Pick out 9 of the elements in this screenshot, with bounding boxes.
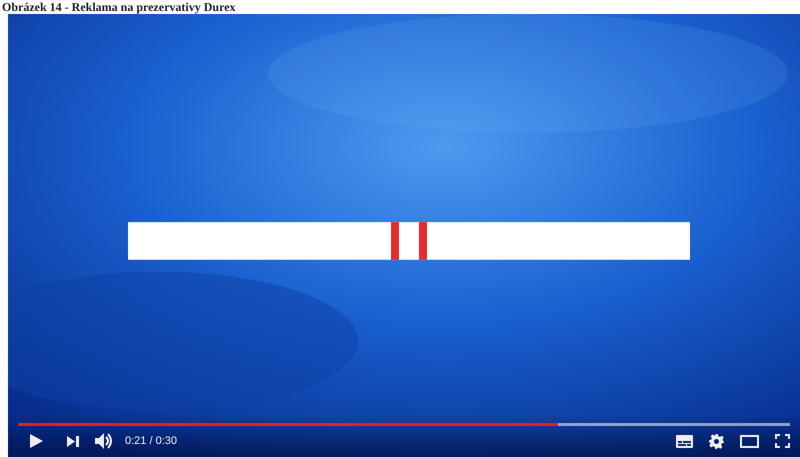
next-button[interactable] — [67, 436, 79, 446]
figure-caption: Obrázek 14 - Reklama na prezervativy Durex — [1, 0, 237, 14]
fullscreen-button[interactable] — [775, 434, 790, 448]
subtitles-button[interactable] — [676, 434, 693, 448]
volume-button[interactable] — [95, 433, 113, 449]
theater-mode-button[interactable] — [740, 434, 759, 448]
play-button[interactable] — [30, 434, 43, 448]
settings-button[interactable] — [709, 434, 724, 448]
time-display: 0:21 / 0:30 — [125, 434, 177, 449]
